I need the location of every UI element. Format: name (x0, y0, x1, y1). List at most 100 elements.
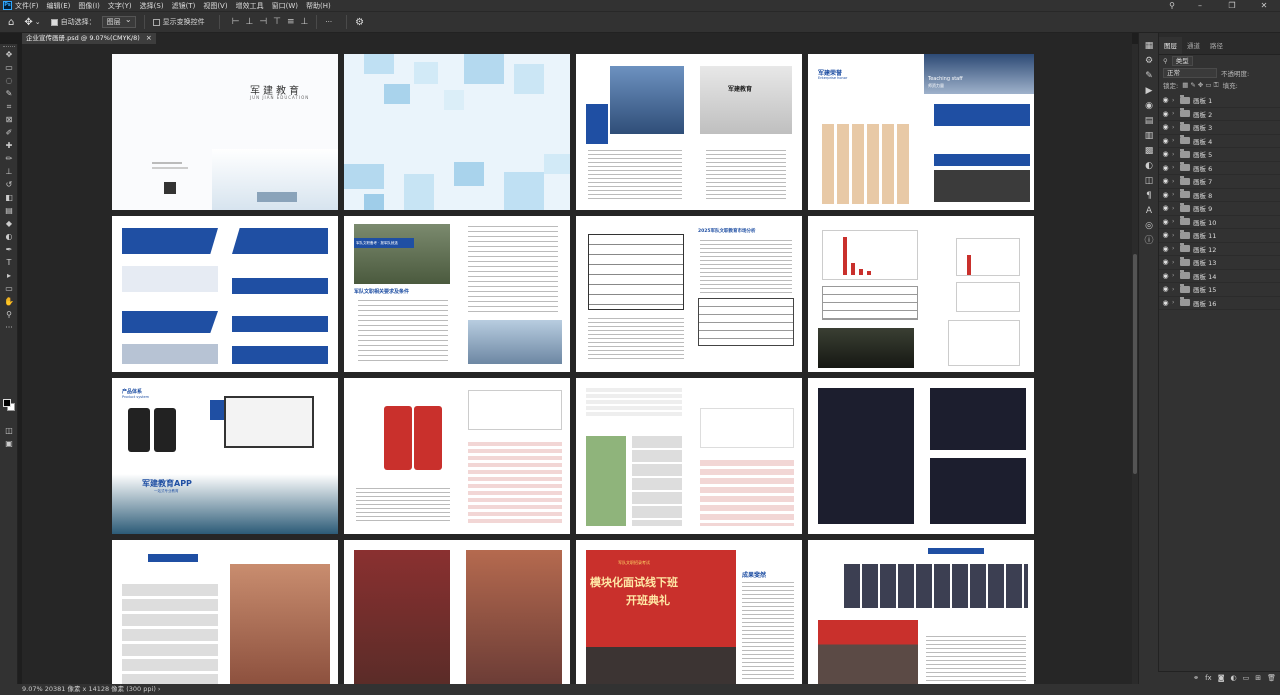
chevron-right-icon[interactable]: › (1172, 178, 1180, 185)
history-icon[interactable]: ▦ (1139, 39, 1159, 54)
artboard-12[interactable] (808, 378, 1034, 534)
layer-row[interactable]: ◉ › 画板 8 (1159, 189, 1280, 202)
layer-row[interactable]: ◉ › 画板 15 (1159, 283, 1280, 297)
home-icon[interactable]: ⌂ (8, 17, 14, 28)
eye-icon[interactable]: ◉ (1159, 123, 1172, 131)
brush-tool-icon[interactable]: ✏ (0, 152, 18, 165)
document-tab[interactable]: 企业宣传画册.psd @ 9.07%(CMYK/8) × (22, 33, 156, 44)
brush-settings-icon[interactable]: ✎ (1139, 69, 1159, 84)
eye-icon[interactable]: ◉ (1159, 245, 1172, 253)
crop-tool-icon[interactable]: ⌗ (0, 100, 18, 113)
tab-paths[interactable]: 路径 (1205, 40, 1228, 54)
align-left-icon[interactable]: ⊢ (232, 17, 240, 27)
canvas-area[interactable]: 军建教育 JUN JIAN EDUCATION 军建教育 军建荣誉 Enterp… (22, 44, 1132, 684)
lasso-tool-icon[interactable]: ◌ (0, 74, 18, 87)
eye-icon[interactable]: ◉ (1159, 137, 1172, 145)
artboard-13[interactable] (112, 540, 338, 684)
align-center-icon[interactable]: ⊥ (245, 17, 253, 27)
layer-row[interactable]: ◉ › 画板 7 (1159, 175, 1280, 189)
rectangle-tool-icon[interactable]: ▭ (0, 282, 18, 295)
quick-select-tool-icon[interactable]: ✎ (0, 87, 18, 100)
adjustment-icon[interactable]: ◐ (1231, 672, 1237, 684)
menu-help[interactable]: 帮助(H) (306, 1, 331, 11)
close-icon[interactable]: × (146, 33, 152, 44)
paragraph-icon[interactable]: ¶ (1139, 189, 1159, 204)
maximize-icon[interactable]: ❐ (1216, 0, 1248, 11)
eye-icon[interactable]: ◉ (1159, 150, 1172, 158)
artboard-6[interactable]: 军队文职备考 · 报军队就选 军队文职相关要求及条件 (344, 216, 570, 372)
artboard-14[interactable] (344, 540, 570, 684)
layer-row[interactable]: ◉ › 画板 2 (1159, 108, 1280, 121)
chevron-right-icon[interactable]: › (1172, 218, 1180, 225)
layer-row[interactable]: ◉ › 画板 4 (1159, 135, 1280, 148)
artboard-tool-icon[interactable]: ▭ (0, 61, 18, 74)
path-select-tool-icon[interactable]: ▸ (0, 269, 18, 282)
patterns-icon[interactable]: ▩ (1139, 144, 1159, 159)
artboard-4[interactable]: 军建荣誉 Enterprise honor Teaching staff 师资力… (808, 54, 1034, 210)
layer-row[interactable]: ◉ › 画板 16 (1159, 297, 1280, 310)
eye-icon[interactable]: ◉ (1159, 191, 1172, 199)
menu-plugins[interactable]: 增效工具 (236, 1, 264, 11)
chevron-right-icon[interactable]: › (1172, 245, 1180, 252)
history-brush-tool-icon[interactable]: ↺ (0, 178, 18, 191)
chevron-right-icon[interactable]: › (1172, 272, 1180, 279)
layer-row[interactable]: ◉ › 画板 11 (1159, 229, 1280, 243)
artboard-8[interactable] (808, 216, 1034, 372)
foreground-color-swatch[interactable] (3, 399, 11, 407)
character-icon[interactable]: A (1139, 204, 1159, 219)
link-icon[interactable]: ⚭ (1193, 672, 1199, 684)
layer-row[interactable]: ◉ › 画板 6 (1159, 162, 1280, 175)
eye-icon[interactable]: ◉ (1159, 96, 1172, 104)
actions-icon[interactable]: ▶ (1139, 84, 1159, 99)
screen-mode-icon[interactable]: ▣ (0, 437, 18, 450)
auto-select-checkbox[interactable] (50, 18, 58, 26)
eraser-tool-icon[interactable]: ◧ (0, 191, 18, 204)
menu-image[interactable]: 图像(I) (78, 1, 100, 11)
menu-filter[interactable]: 滤镜(T) (172, 1, 196, 11)
artboard-15[interactable]: 军队文职招录考试 模块化面试线下班 开班典礼 成果斐然 (576, 540, 802, 684)
menu-file[interactable]: 文件(F) (15, 1, 39, 11)
menu-type[interactable]: 文字(Y) (108, 1, 132, 11)
menu-select[interactable]: 选择(S) (140, 1, 164, 11)
menu-edit[interactable]: 编辑(E) (47, 1, 71, 11)
chevron-right-icon[interactable]: › (1172, 151, 1180, 158)
layer-row[interactable]: ◉ › 画板 9 (1159, 202, 1280, 216)
layer-row[interactable]: ◉ › 画板 10 (1159, 216, 1280, 229)
layer-kind-filter[interactable]: 类型 (1171, 56, 1193, 66)
move-tool-icon[interactable]: ✥ (0, 48, 18, 61)
chevron-right-icon[interactable]: › (1172, 97, 1180, 104)
glyphs-icon[interactable]: ◎ (1139, 219, 1159, 234)
close-icon[interactable]: ✕ (1248, 0, 1280, 11)
artboard-16[interactable] (808, 540, 1034, 684)
artboard-10[interactable] (344, 378, 570, 534)
blend-mode-select[interactable]: 正常 (1163, 68, 1217, 78)
move-tool-icon[interactable]: ✥ (24, 17, 32, 28)
eyedropper-tool-icon[interactable]: ✐ (0, 126, 18, 139)
mask-icon[interactable]: ◙ (1218, 672, 1225, 684)
tab-channels[interactable]: 通道 (1182, 40, 1205, 54)
folder-icon[interactable]: ▭ (1243, 672, 1250, 684)
layer-row[interactable]: ◉ › 画板 3 (1159, 121, 1280, 135)
new-layer-icon[interactable]: ⊞ (1255, 672, 1261, 684)
chevron-right-icon[interactable]: › (1172, 232, 1180, 239)
align-top-icon[interactable]: ⊤ (273, 17, 281, 27)
eye-icon[interactable]: ◉ (1159, 299, 1172, 307)
info-icon[interactable]: ⓘ (1139, 234, 1159, 249)
align-middle-icon[interactable]: ≡ (287, 17, 295, 27)
adjustments-icon[interactable]: ◐ (1139, 159, 1159, 174)
eye-icon[interactable]: ◉ (1159, 258, 1172, 266)
layer-row[interactable]: ◉ › 画板 1 (1159, 94, 1280, 108)
more-tools-icon[interactable]: ··· (0, 321, 18, 334)
eye-icon[interactable]: ◉ (1159, 110, 1172, 118)
layer-row[interactable]: ◉ › 画板 5 (1159, 148, 1280, 162)
eye-icon[interactable]: ◉ (1159, 164, 1172, 172)
menu-window[interactable]: 窗口(W) (272, 1, 298, 11)
eye-icon[interactable]: ◉ (1159, 285, 1172, 293)
artboard-3[interactable]: 军建教育 (576, 54, 802, 210)
search-icon[interactable]: ⚲ (1169, 1, 1175, 10)
zoom-tool-icon[interactable]: ⚲ (0, 308, 18, 321)
blur-tool-icon[interactable]: ◆ (0, 217, 18, 230)
color-icon[interactable]: ◉ (1139, 99, 1159, 114)
libraries-icon[interactable]: ◫ (1139, 174, 1159, 189)
chevron-right-icon[interactable]: › (1172, 124, 1180, 131)
